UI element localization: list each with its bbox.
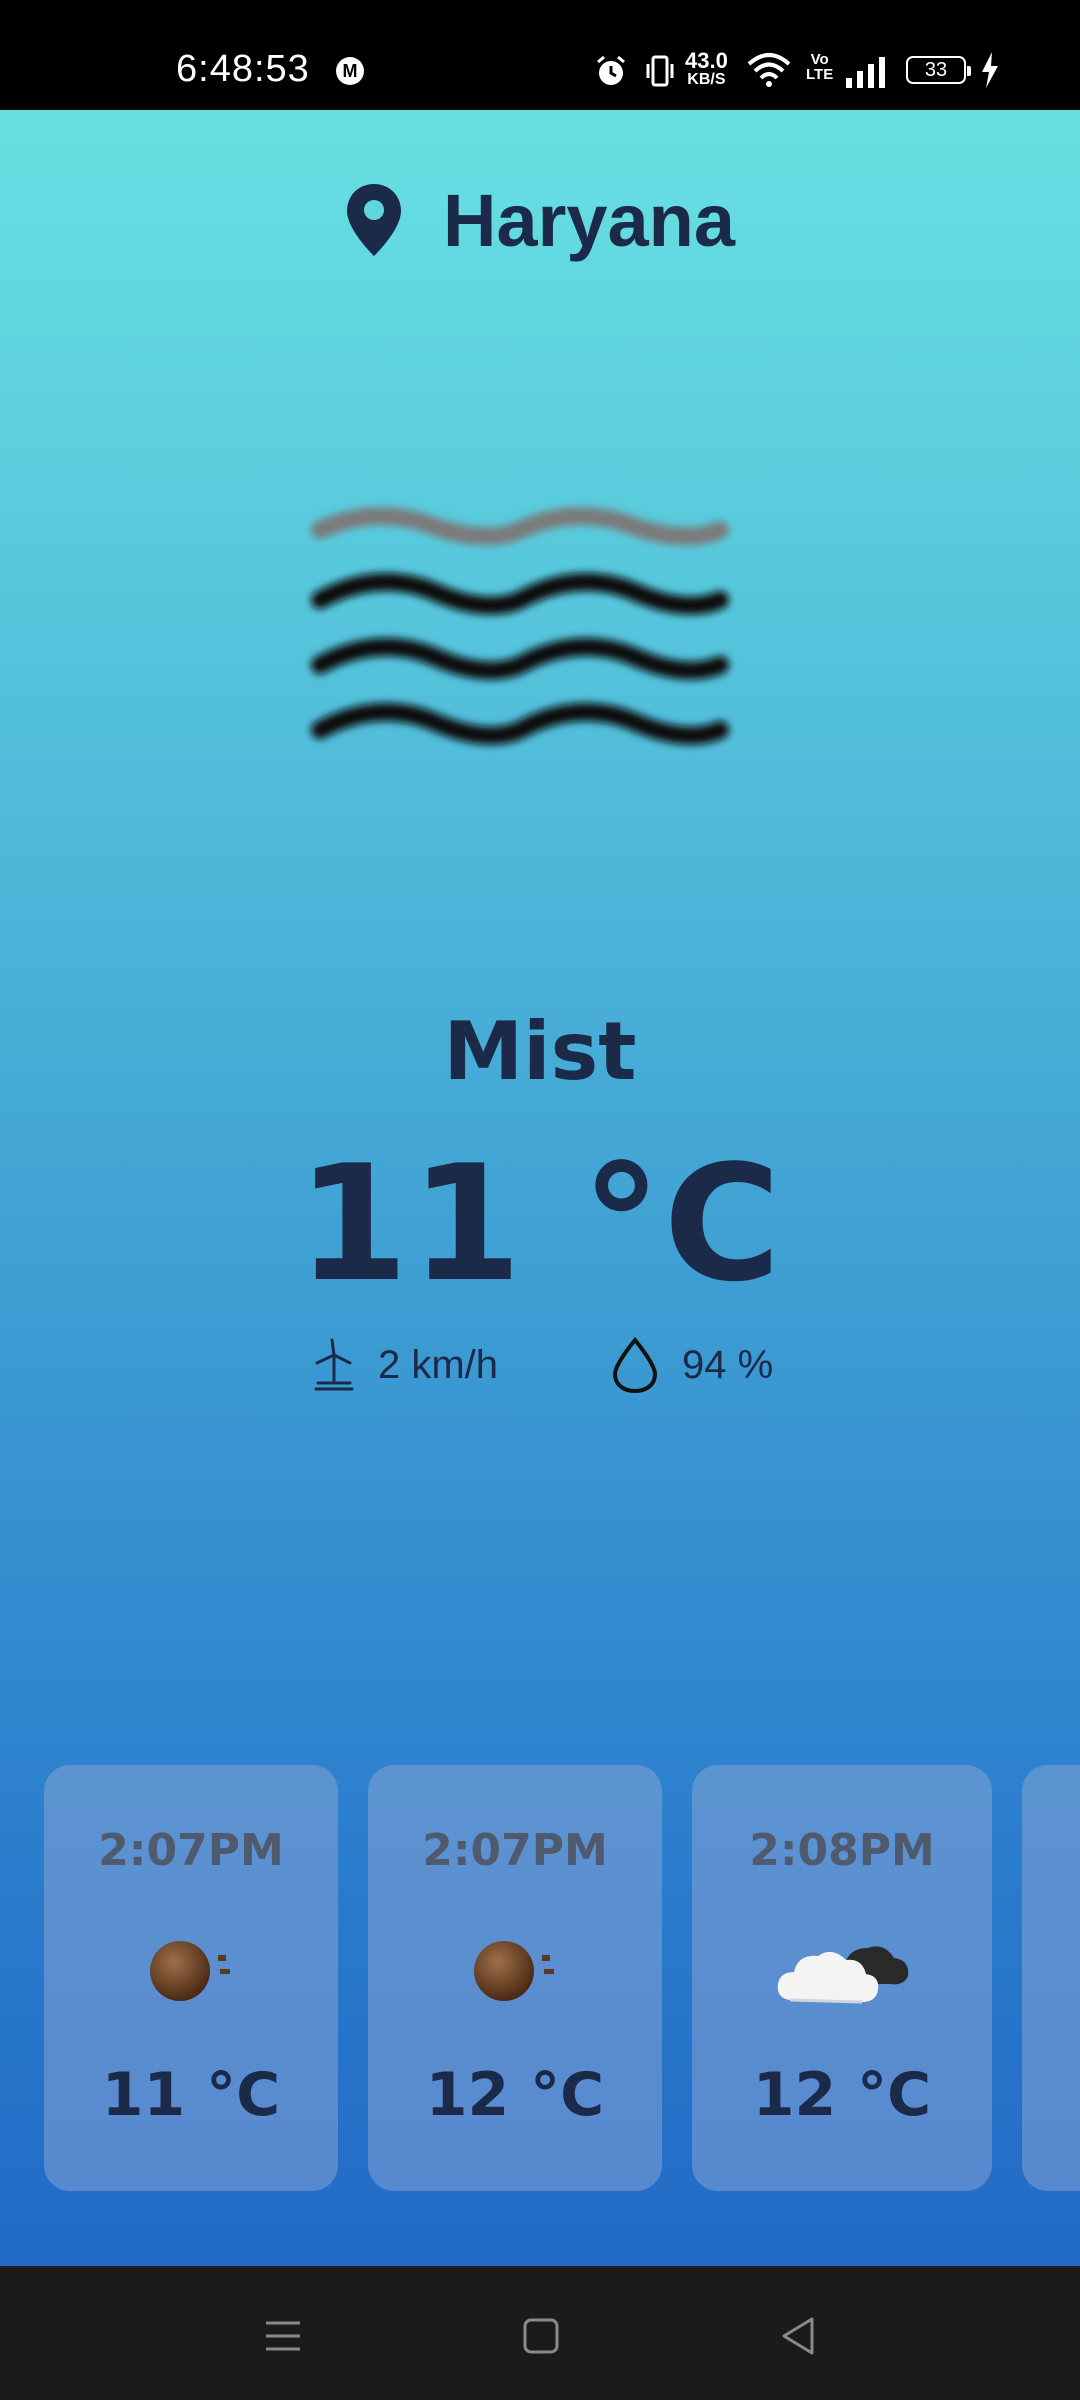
humidity-stat: 94 % <box>610 1330 773 1400</box>
notification-m-icon: M <box>336 57 364 85</box>
weather-app: 6:48:53 M 43.0 KB/S Vo LTE 33 Haryana Mi… <box>0 0 1080 2400</box>
haze-icon <box>44 1915 338 2025</box>
weather-stats: 2 km/h 94 % <box>0 1330 1080 1400</box>
menu-icon[interactable] <box>258 2311 308 2361</box>
volte-bottom: LTE <box>806 66 834 83</box>
forecast-card[interactable]: 2:07PM 11 °C <box>44 1765 338 2191</box>
forecast-time: 2:07PM <box>98 1825 284 1876</box>
wind-turbine-icon <box>314 1338 354 1391</box>
charging-icon <box>982 52 998 88</box>
location-pin-icon <box>346 184 401 256</box>
forecast-card-partial[interactable] <box>1022 1765 1080 2191</box>
wind-speed: 2 km/h <box>378 1342 499 1387</box>
back-triangle-icon[interactable] <box>774 2311 824 2361</box>
system-nav-bar <box>0 2266 1080 2400</box>
wind-stat: 2 km/h <box>312 1330 498 1400</box>
signal-icon <box>846 57 885 88</box>
net-speed-value: 43.0 <box>685 48 728 73</box>
cloud-icon <box>692 1915 992 2025</box>
mist-icon <box>311 507 729 745</box>
forecast-time: 2:08PM <box>749 1825 935 1876</box>
status-bar: 6:48:53 M 43.0 KB/S Vo LTE 33 <box>0 0 1080 110</box>
forecast-temp: 11 °C <box>101 2060 281 2130</box>
location-header: Haryana <box>0 170 1080 270</box>
location-name: Haryana <box>442 178 736 262</box>
forecast-temp: 12 °C <box>425 2060 605 2130</box>
forecast-card[interactable]: 2:07PM 12 °C <box>368 1765 662 2191</box>
weather-condition: Mist <box>443 1005 637 1098</box>
net-speed-unit: KB/S <box>687 71 726 88</box>
hourly-forecast[interactable]: 2:07PM 11 °C 2:07PM 12 °C 2:08PM 12 °C <box>0 1765 1080 2195</box>
humidity-value: 94 % <box>682 1342 774 1387</box>
alarm-icon <box>597 55 625 85</box>
vibrate-icon <box>646 55 674 87</box>
wifi-icon <box>747 53 791 87</box>
battery-indicator: 33 <box>906 56 971 84</box>
forecast-card[interactable]: 2:08PM 12 °C <box>692 1765 992 2191</box>
forecast-temp: 12 °C <box>752 2060 932 2130</box>
water-drop-icon <box>612 1336 658 1394</box>
home-square-icon[interactable] <box>516 2311 566 2361</box>
volte-indicator: Vo LTE <box>806 52 833 82</box>
net-speed: 43.0 KB/S <box>685 50 728 88</box>
current-temperature: 11 °C <box>297 1130 783 1317</box>
forecast-time: 2:07PM <box>422 1825 608 1876</box>
status-time: 6:48:53 <box>176 48 310 90</box>
haze-icon <box>368 1915 662 2025</box>
volte-top: Vo <box>810 51 829 68</box>
